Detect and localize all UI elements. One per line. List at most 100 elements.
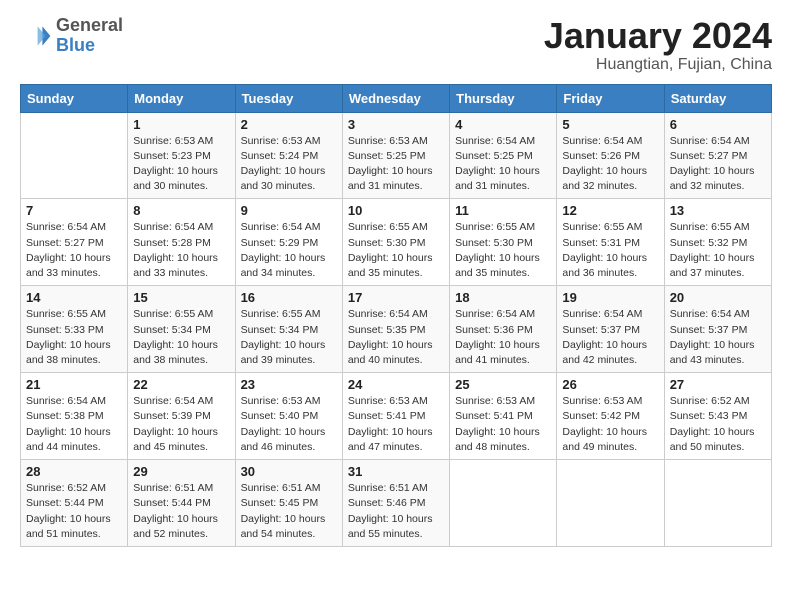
calendar-cell: 28 Sunrise: 6:52 AM Sunset: 5:44 PM Dayli… (21, 460, 128, 547)
day-info: Sunrise: 6:55 AM Sunset: 5:32 PM Dayligh… (670, 220, 766, 281)
calendar-cell: 13 Sunrise: 6:55 AM Sunset: 5:32 PM Dayli… (664, 199, 771, 286)
day-number: 1 (133, 117, 229, 132)
calendar-week-2: 7 Sunrise: 6:54 AM Sunset: 5:27 PM Daylig… (21, 199, 772, 286)
day-number: 21 (26, 377, 122, 392)
calendar-cell: 16 Sunrise: 6:55 AM Sunset: 5:34 PM Dayli… (235, 286, 342, 373)
day-number: 24 (348, 377, 444, 392)
day-number: 26 (562, 377, 658, 392)
day-number: 28 (26, 464, 122, 479)
day-info: Sunrise: 6:54 AM Sunset: 5:35 PM Dayligh… (348, 307, 444, 368)
calendar-cell: 4 Sunrise: 6:54 AM Sunset: 5:25 PM Daylig… (450, 112, 557, 199)
day-info: Sunrise: 6:54 AM Sunset: 5:38 PM Dayligh… (26, 394, 122, 455)
day-info: Sunrise: 6:55 AM Sunset: 5:34 PM Dayligh… (241, 307, 337, 368)
header: General Blue January 2024 Huangtian, Fuj… (20, 16, 772, 74)
day-info: Sunrise: 6:55 AM Sunset: 5:31 PM Dayligh… (562, 220, 658, 281)
calendar-cell (557, 460, 664, 547)
calendar-week-3: 14Sunrise: 6:55 AM Sunset: 5:33 PM Dayli… (21, 286, 772, 373)
col-thursday: Thursday (450, 84, 557, 112)
day-number: 13 (670, 203, 766, 218)
calendar-cell: 1 Sunrise: 6:53 AM Sunset: 5:23 PM Daylig… (128, 112, 235, 199)
calendar-cell: 15 Sunrise: 6:55 AM Sunset: 5:34 PM Dayli… (128, 286, 235, 373)
calendar-cell: 20 Sunrise: 6:54 AM Sunset: 5:37 PM Dayli… (664, 286, 771, 373)
col-sunday: Sunday (21, 84, 128, 112)
day-info: Sunrise: 6:54 AM Sunset: 5:28 PM Dayligh… (133, 220, 229, 281)
calendar-week-4: 21 Sunrise: 6:54 AM Sunset: 5:38 PM Dayli… (21, 373, 772, 460)
calendar-cell: 31 Sunrise: 6:51 AM Sunset: 5:46 PM Dayli… (342, 460, 449, 547)
calendar-cell: 29 Sunrise: 6:51 AM Sunset: 5:44 PM Dayli… (128, 460, 235, 547)
day-info: Sunrise: 6:54 AM Sunset: 5:39 PM Dayligh… (133, 394, 229, 455)
day-info: Sunrise: 6:54 AM Sunset: 5:37 PM Dayligh… (562, 307, 658, 368)
calendar-cell: 26 Sunrise: 6:53 AM Sunset: 5:42 PM Dayli… (557, 373, 664, 460)
calendar-cell: 14Sunrise: 6:55 AM Sunset: 5:33 PM Dayli… (21, 286, 128, 373)
day-info: Sunrise: 6:51 AM Sunset: 5:45 PM Dayligh… (241, 481, 337, 542)
day-number: 19 (562, 290, 658, 305)
day-number: 15 (133, 290, 229, 305)
day-info: Sunrise: 6:55 AM Sunset: 5:34 PM Dayligh… (133, 307, 229, 368)
calendar-cell: 30 Sunrise: 6:51 AM Sunset: 5:45 PM Dayli… (235, 460, 342, 547)
logo: General Blue (20, 16, 123, 56)
calendar-cell: 24 Sunrise: 6:53 AM Sunset: 5:41 PM Dayli… (342, 373, 449, 460)
day-number: 20 (670, 290, 766, 305)
day-number: 31 (348, 464, 444, 479)
calendar-cell: 27Sunrise: 6:52 AM Sunset: 5:43 PM Dayli… (664, 373, 771, 460)
calendar-cell: 9Sunrise: 6:54 AM Sunset: 5:29 PM Daylig… (235, 199, 342, 286)
day-info: Sunrise: 6:54 AM Sunset: 5:26 PM Dayligh… (562, 134, 658, 195)
day-number: 6 (670, 117, 766, 132)
day-info: Sunrise: 6:52 AM Sunset: 5:44 PM Dayligh… (26, 481, 122, 542)
calendar-cell: 8 Sunrise: 6:54 AM Sunset: 5:28 PM Daylig… (128, 199, 235, 286)
calendar-page: General Blue January 2024 Huangtian, Fuj… (0, 0, 792, 567)
day-number: 12 (562, 203, 658, 218)
day-number: 7 (26, 203, 122, 218)
day-info: Sunrise: 6:53 AM Sunset: 5:40 PM Dayligh… (241, 394, 337, 455)
day-number: 23 (241, 377, 337, 392)
day-info: Sunrise: 6:53 AM Sunset: 5:23 PM Dayligh… (133, 134, 229, 195)
day-number: 22 (133, 377, 229, 392)
header-row: Sunday Monday Tuesday Wednesday Thursday… (21, 84, 772, 112)
col-saturday: Saturday (664, 84, 771, 112)
day-info: Sunrise: 6:53 AM Sunset: 5:41 PM Dayligh… (348, 394, 444, 455)
day-info: Sunrise: 6:55 AM Sunset: 5:33 PM Dayligh… (26, 307, 122, 368)
day-number: 29 (133, 464, 229, 479)
calendar-table: Sunday Monday Tuesday Wednesday Thursday… (20, 84, 772, 547)
day-info: Sunrise: 6:53 AM Sunset: 5:24 PM Dayligh… (241, 134, 337, 195)
day-info: Sunrise: 6:54 AM Sunset: 5:27 PM Dayligh… (26, 220, 122, 281)
calendar-cell: 2Sunrise: 6:53 AM Sunset: 5:24 PM Daylig… (235, 112, 342, 199)
day-number: 17 (348, 290, 444, 305)
calendar-cell (450, 460, 557, 547)
col-tuesday: Tuesday (235, 84, 342, 112)
calendar-cell: 17 Sunrise: 6:54 AM Sunset: 5:35 PM Dayli… (342, 286, 449, 373)
calendar-cell: 3Sunrise: 6:53 AM Sunset: 5:25 PM Daylig… (342, 112, 449, 199)
day-number: 16 (241, 290, 337, 305)
calendar-title: January 2024 (544, 16, 772, 56)
logo-icon (20, 20, 52, 52)
day-info: Sunrise: 6:51 AM Sunset: 5:44 PM Dayligh… (133, 481, 229, 542)
day-info: Sunrise: 6:53 AM Sunset: 5:25 PM Dayligh… (348, 134, 444, 195)
calendar-cell: 11 Sunrise: 6:55 AM Sunset: 5:30 PM Dayli… (450, 199, 557, 286)
day-info: Sunrise: 6:55 AM Sunset: 5:30 PM Dayligh… (455, 220, 551, 281)
day-info: Sunrise: 6:54 AM Sunset: 5:29 PM Dayligh… (241, 220, 337, 281)
day-number: 30 (241, 464, 337, 479)
title-section: January 2024 Huangtian, Fujian, China (544, 16, 772, 74)
day-info: Sunrise: 6:54 AM Sunset: 5:25 PM Dayligh… (455, 134, 551, 195)
day-number: 4 (455, 117, 551, 132)
day-info: Sunrise: 6:54 AM Sunset: 5:27 PM Dayligh… (670, 134, 766, 195)
calendar-cell (21, 112, 128, 199)
day-number: 18 (455, 290, 551, 305)
day-info: Sunrise: 6:51 AM Sunset: 5:46 PM Dayligh… (348, 481, 444, 542)
logo-blue-text: Blue (56, 35, 95, 55)
day-info: Sunrise: 6:55 AM Sunset: 5:30 PM Dayligh… (348, 220, 444, 281)
calendar-cell: 25Sunrise: 6:53 AM Sunset: 5:41 PM Dayli… (450, 373, 557, 460)
day-info: Sunrise: 6:54 AM Sunset: 5:37 PM Dayligh… (670, 307, 766, 368)
calendar-cell: 22 Sunrise: 6:54 AM Sunset: 5:39 PM Dayli… (128, 373, 235, 460)
day-number: 11 (455, 203, 551, 218)
day-number: 10 (348, 203, 444, 218)
day-number: 5 (562, 117, 658, 132)
calendar-cell: 6 Sunrise: 6:54 AM Sunset: 5:27 PM Daylig… (664, 112, 771, 199)
calendar-cell: 19 Sunrise: 6:54 AM Sunset: 5:37 PM Dayli… (557, 286, 664, 373)
day-info: Sunrise: 6:53 AM Sunset: 5:42 PM Dayligh… (562, 394, 658, 455)
day-number: 25 (455, 377, 551, 392)
logo-general-text: General (56, 15, 123, 35)
calendar-cell (664, 460, 771, 547)
day-number: 8 (133, 203, 229, 218)
calendar-week-5: 28 Sunrise: 6:52 AM Sunset: 5:44 PM Dayli… (21, 460, 772, 547)
